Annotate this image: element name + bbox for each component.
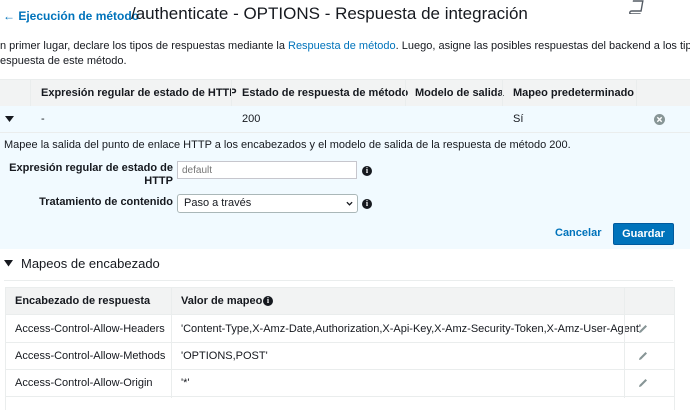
response-header-name: Access-Control-Allow-Headers <box>15 323 165 335</box>
intro-text-start: n primer lugar, declare los tipos de res… <box>0 40 288 52</box>
column-divider <box>636 80 637 106</box>
header-mappings-title[interactable]: Mapeos de encabezado <box>21 256 160 271</box>
response-status: 200 <box>242 113 261 125</box>
intro-text: n primer lugar, declare los tipos de res… <box>0 39 690 69</box>
response-regex: - <box>41 113 45 125</box>
table-row: Access-Control-Allow-Methods 'OPTIONS,PO… <box>6 343 674 370</box>
save-button[interactable]: Guardar <box>613 223 674 245</box>
caret-down-icon[interactable] <box>5 116 14 123</box>
info-icon[interactable]: i <box>362 166 372 176</box>
column-divider <box>502 80 503 106</box>
chevron-down-icon <box>346 201 353 206</box>
info-icon[interactable]: i <box>263 296 273 306</box>
pencil-icon[interactable] <box>638 378 648 388</box>
column-divider <box>405 80 406 106</box>
column-divider <box>171 288 172 314</box>
page-title: /authenticate - OPTIONS - Respuesta de i… <box>131 4 528 23</box>
back-to-method-execution-link[interactable]: ← Ejecución de método <box>3 9 139 23</box>
http-status-regex-input[interactable] <box>177 161 357 179</box>
cancel-button[interactable]: Cancelar <box>555 227 601 239</box>
response-detail-panel: Mapee la salida del punto de enlace HTTP… <box>0 133 690 249</box>
content-handling-label: Tratamiento de contenido <box>39 196 173 208</box>
pencil-icon[interactable] <box>638 351 648 361</box>
column-divider <box>231 80 232 106</box>
mapping-value: 'OPTIONS,POST' <box>181 350 268 362</box>
response-default-mapping: Sí <box>513 113 524 125</box>
response-header-name: Access-Control-Allow-Origin <box>15 377 153 389</box>
header-mappings-table-header: Encabezado de respuesta Valor de mapeo i <box>6 288 674 315</box>
http-status-regex-label-line1: Expresión regular de estado de <box>9 162 173 174</box>
responses-table-header: Expresión regular de estado de HTTP Esta… <box>0 79 690 107</box>
pencil-icon[interactable] <box>638 324 648 334</box>
column-divider <box>171 315 172 398</box>
table-row: Access-Control-Allow-Headers 'Content-Ty… <box>6 316 674 343</box>
column-divider <box>30 80 31 106</box>
mapping-value: 'Content-Type,X-Amz-Date,Authorization,X… <box>181 323 642 335</box>
col-output-model: Modelo de salida <box>415 87 504 99</box>
mapping-description: Mapee la salida del punto de enlace HTTP… <box>4 139 571 151</box>
book-icon[interactable] <box>628 0 644 14</box>
mapping-value: '*' <box>181 377 190 389</box>
intro-text-line2: espuesta de este método. <box>0 55 127 67</box>
col-default-mapping: Mapeo predeterminado <box>513 87 635 99</box>
http-status-regex-label-line2: HTTP <box>144 175 173 187</box>
response-header-name: Access-Control-Allow-Methods <box>15 350 166 362</box>
content-handling-value: Paso a través <box>184 197 252 209</box>
column-divider <box>624 288 625 314</box>
col-response-header: Encabezado de respuesta <box>15 295 151 307</box>
header-mappings-table: Encabezado de respuesta Valor de mapeo i… <box>5 287 675 410</box>
col-mapping-value-label: Valor de mapeo <box>181 295 263 307</box>
intro-text-end: . Luego, asigne las posibles respuestas … <box>395 40 690 52</box>
col-http-status-regex: Expresión regular de estado de HTTP <box>41 87 237 99</box>
column-divider <box>624 315 625 398</box>
method-response-link[interactable]: Respuesta de método <box>288 40 396 52</box>
col-method-response-status: Estado de respuesta de método <box>242 87 409 99</box>
response-row[interactable]: - 200 Sí <box>0 106 690 133</box>
http-status-regex-label: Expresión regular de estado de HTTP <box>0 162 173 188</box>
col-mapping-value: Valor de mapeo <box>181 288 262 314</box>
remove-circle-icon[interactable] <box>654 114 665 125</box>
content-handling-select[interactable]: Paso a través <box>177 194 358 213</box>
section-divider <box>4 280 673 281</box>
table-row: Access-Control-Allow-Origin '*' <box>6 370 674 397</box>
caret-down-icon[interactable] <box>4 259 13 268</box>
info-icon[interactable]: i <box>362 199 372 209</box>
